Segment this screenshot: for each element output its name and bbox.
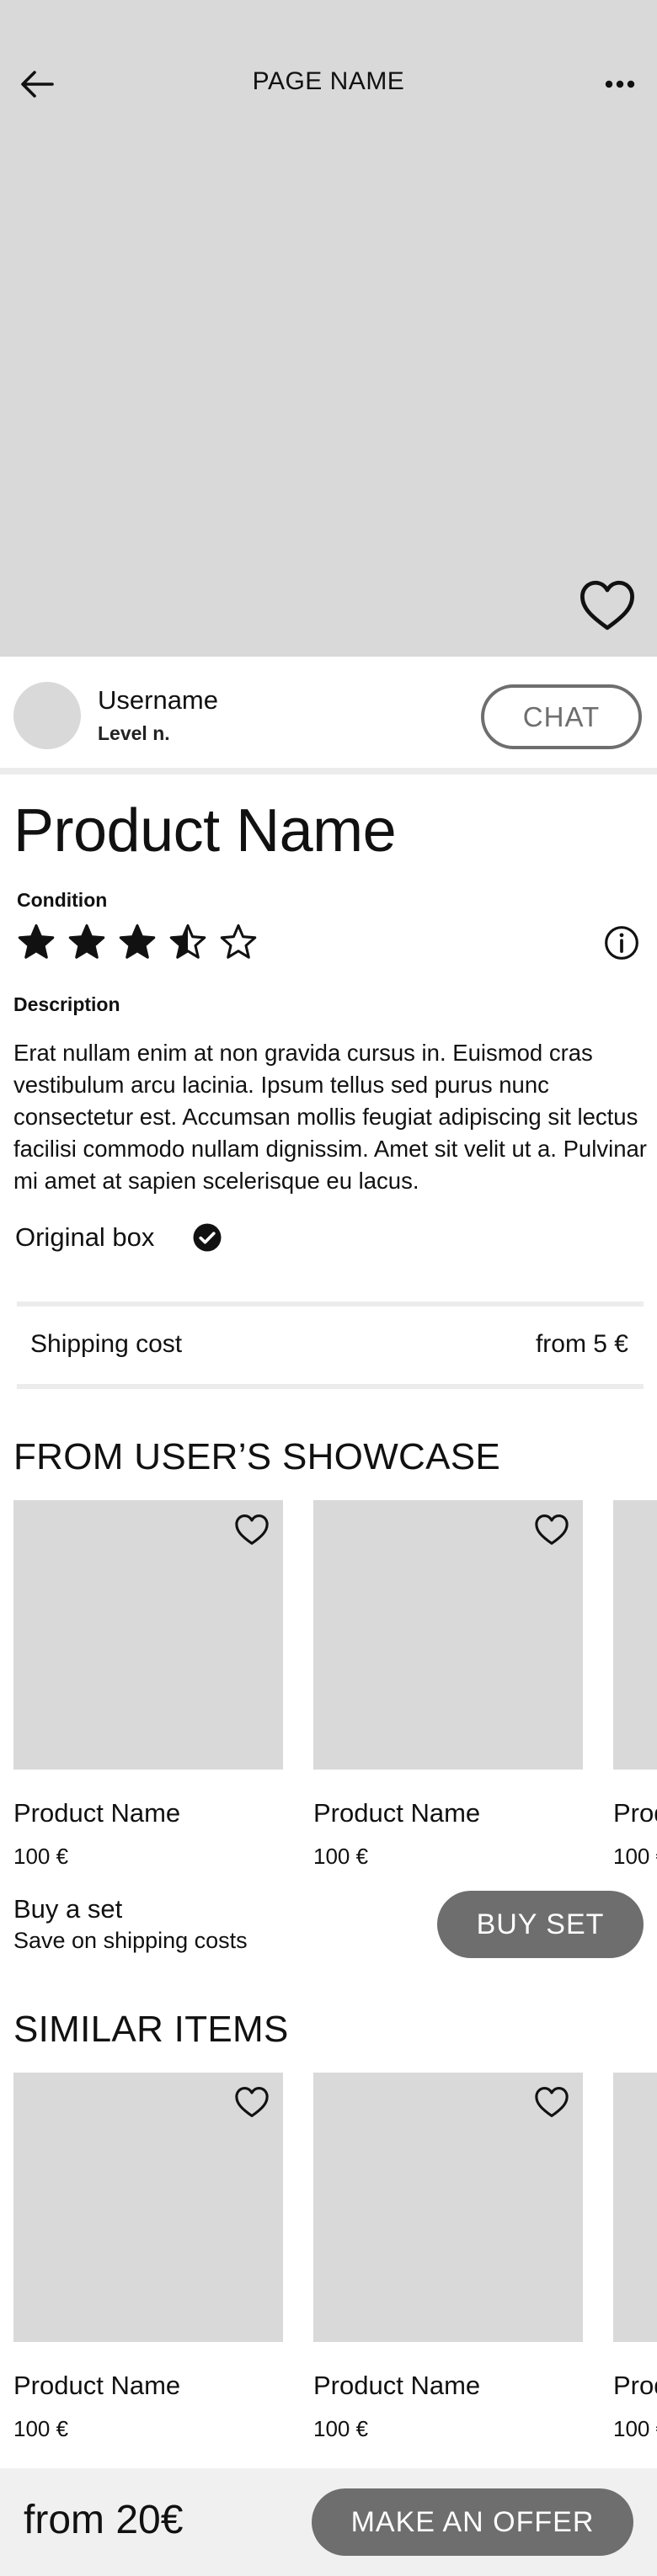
showcase-item-favorite-button[interactable] (531, 1510, 573, 1549)
avatar[interactable] (13, 682, 81, 749)
showcase-item-name[interactable]: Product Name (313, 1798, 583, 1828)
showcase-item-name[interactable]: Product Name (13, 1798, 283, 1828)
original-box-label: Original box (15, 1222, 155, 1252)
description-text: Erat nullam enim at non gravida cursus i… (13, 1040, 647, 1194)
price-from: from 20€ (24, 2498, 184, 2542)
showcase-item-price: 100 € (313, 1844, 369, 1869)
similar-item-price: 100 € (313, 2416, 369, 2441)
star-empty-icon (220, 923, 257, 959)
buy-set-button[interactable]: BUY SET (437, 1891, 644, 1958)
similar-item-price: 100 € (13, 2416, 69, 2441)
showcase-item-name[interactable]: Product Name (613, 1798, 657, 1828)
condition-label: Condition (17, 889, 108, 911)
star-full-icon (68, 923, 105, 959)
buy-set-subtitle: Save on shipping costs (13, 1928, 248, 1953)
similar-item-favorite-button[interactable] (231, 2083, 273, 2121)
info-circle-icon (605, 926, 638, 960)
condition-info-button[interactable] (600, 921, 644, 965)
chat-button[interactable]: CHAT (481, 684, 642, 749)
heart-outline-icon (535, 2087, 569, 2117)
showcase-item-price: 100 € (613, 1844, 657, 1869)
similar-item-name[interactable]: Product Name (613, 2371, 657, 2401)
seller-row: Username Level n. CHAT (0, 657, 657, 768)
description-label: Description (13, 993, 120, 1015)
top-bar: PAGE NAME (0, 51, 657, 118)
shipping-cost-value: from 5 € (535, 1330, 628, 1358)
star-full-icon (18, 923, 55, 959)
make-offer-button[interactable]: MAKE AN OFFER (312, 2488, 633, 2556)
heart-outline-icon (580, 580, 634, 631)
showcase-item-favorite-button[interactable] (231, 1510, 273, 1549)
heart-outline-icon (235, 1514, 269, 1545)
shipping-cost-label: Shipping cost (30, 1330, 183, 1358)
more-options-button[interactable] (598, 66, 642, 103)
divider (17, 1384, 644, 1389)
bottom-action-bar: from 20€ MAKE AN OFFER (0, 2468, 657, 2576)
similar-item-price: 100 € (613, 2416, 657, 2441)
more-horizontal-icon (605, 80, 635, 88)
buy-set-title: Buy a set (13, 1894, 123, 1924)
check-circle-icon (193, 1223, 222, 1252)
similar-item-image[interactable] (613, 2073, 657, 2342)
similar-items-title: SIMILAR ITEMS (13, 2009, 289, 2050)
star-half-icon (169, 923, 206, 959)
seller-level: Level n. (98, 722, 170, 744)
showcase-item-price: 100 € (13, 1844, 69, 1869)
heart-outline-icon (235, 2087, 269, 2117)
similar-item-name[interactable]: Product Name (313, 2371, 583, 2401)
product-name: Product Name (13, 797, 397, 865)
similar-item-name[interactable]: Product Name (13, 2371, 283, 2401)
star-full-icon (119, 923, 156, 959)
page-title: PAGE NAME (252, 67, 405, 95)
showcase-item-image[interactable] (613, 1500, 657, 1770)
favorite-button[interactable] (575, 575, 639, 636)
divider (0, 768, 657, 774)
showcase-title: FROM USER’S SHOWCASE (13, 1436, 501, 1477)
username[interactable]: Username (98, 685, 218, 716)
heart-outline-icon (535, 1514, 569, 1545)
similar-item-favorite-button[interactable] (531, 2083, 573, 2121)
condition-rating (17, 923, 258, 961)
divider (17, 1301, 644, 1307)
